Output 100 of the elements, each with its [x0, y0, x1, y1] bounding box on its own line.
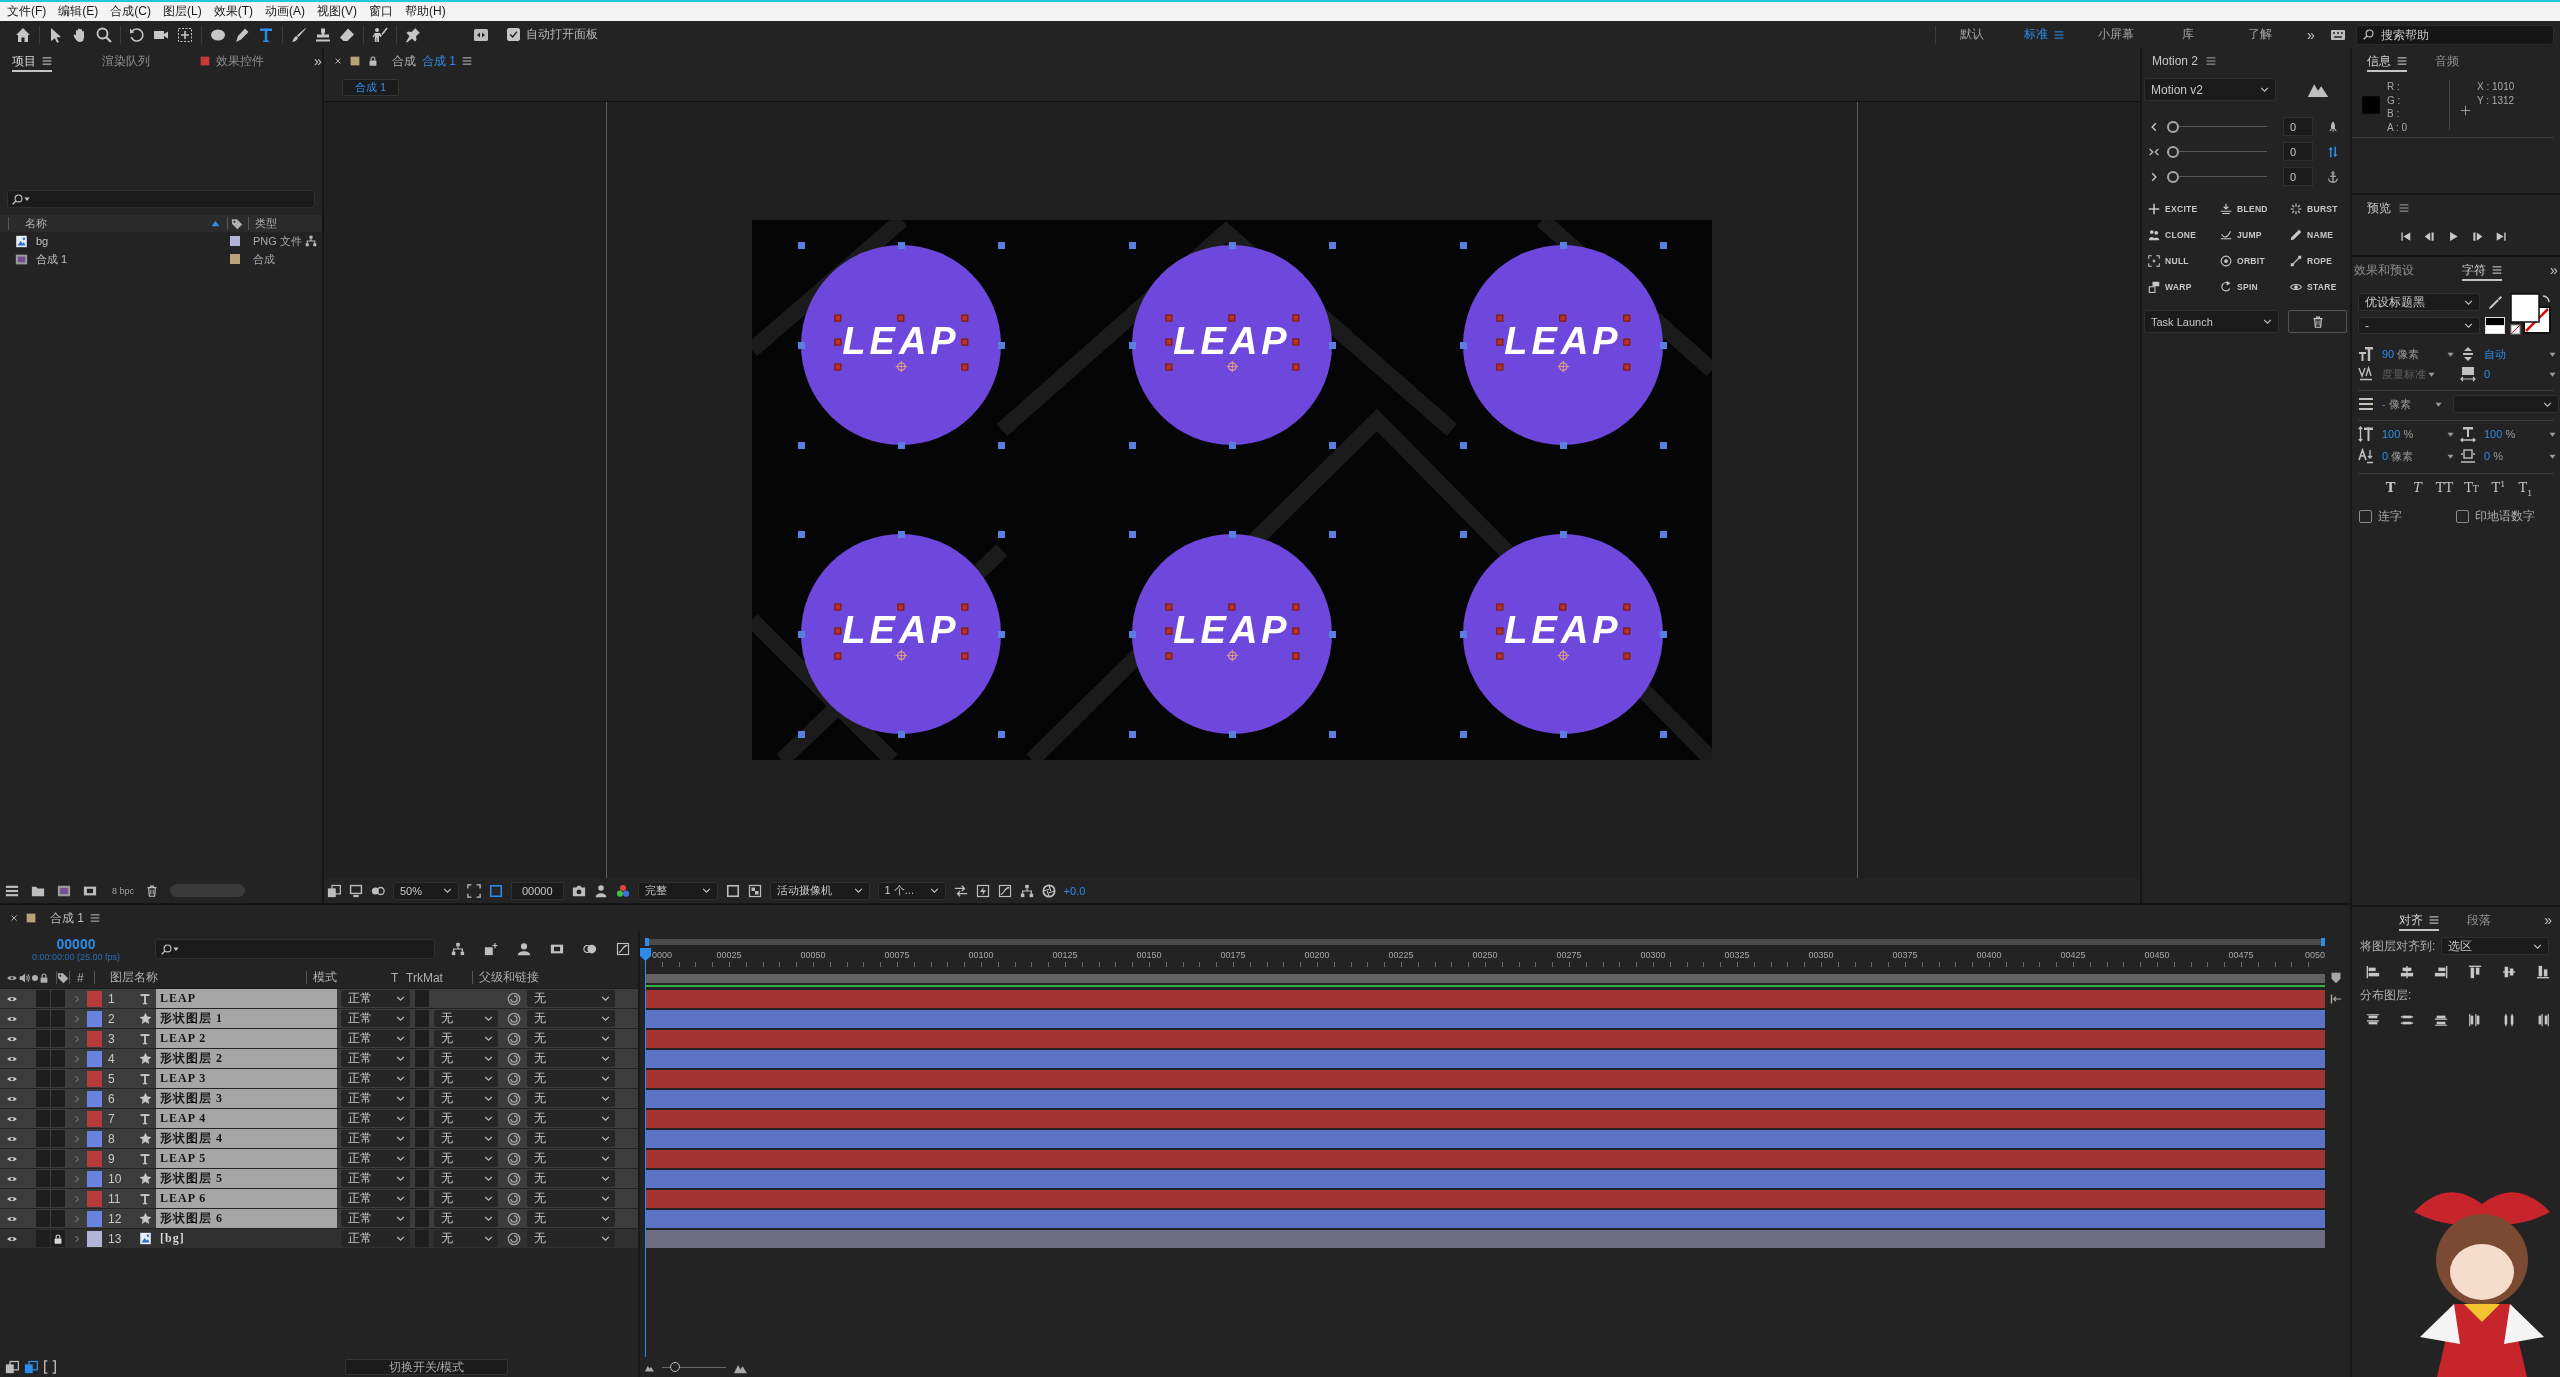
panel-tab[interactable]: 项目: [12, 50, 52, 72]
parent-dropdown[interactable]: 无: [527, 1190, 615, 1207]
track-matte-dropdown[interactable]: 无: [434, 1210, 498, 1227]
mode-dropdown[interactable]: 正常: [341, 1070, 410, 1087]
home-icon[interactable]: [15, 26, 31, 43]
distribute-left-icon[interactable]: [2468, 1013, 2482, 1027]
selection-handle[interactable]: [997, 530, 1005, 538]
selection-handle[interactable]: [1228, 603, 1236, 611]
shield-marker-icon[interactable]: [2330, 972, 2342, 984]
selection-handle[interactable]: [1328, 441, 1336, 449]
preserve-transparency-switch[interactable]: [415, 1030, 429, 1047]
layer-name[interactable]: LEAP 5: [156, 1149, 337, 1168]
solo-switch[interactable]: [36, 1190, 50, 1207]
eraser-icon[interactable]: [339, 26, 355, 43]
mode-dropdown[interactable]: 正常: [341, 1130, 410, 1147]
value-field[interactable]: 0: [2283, 142, 2313, 161]
checkerboard-icon[interactable]: [747, 883, 762, 898]
selection-handle[interactable]: [1128, 630, 1136, 638]
selection-handle[interactable]: [897, 441, 905, 449]
solo-switch[interactable]: [36, 1130, 50, 1147]
lock-switch[interactable]: [51, 990, 65, 1007]
horizontal-scale-value[interactable]: 100 %: [2484, 428, 2516, 440]
search-field[interactable]: 搜索帮助: [2356, 24, 2554, 45]
preserve-transparency-switch[interactable]: [415, 1170, 429, 1187]
breadcrumb-tab[interactable]: 合成 1: [342, 79, 400, 96]
pickwhip-spiral-icon[interactable]: [507, 1231, 521, 1246]
selection-handle[interactable]: [797, 441, 805, 449]
selection-handle[interactable]: [1559, 441, 1567, 449]
stacked-squares-icon[interactable]: [24, 1360, 38, 1374]
view-layout-dropdown[interactable]: 1 个...: [877, 881, 946, 900]
label-color-swatch[interactable]: [87, 990, 102, 1007]
selection-handle[interactable]: [1128, 341, 1136, 349]
parent-dropdown[interactable]: 无: [527, 1210, 615, 1227]
selection-handle[interactable]: [1459, 730, 1467, 738]
checkbox-label[interactable]: 连字: [2378, 507, 2402, 525]
selection-handle[interactable]: [1128, 530, 1136, 538]
lock-switch[interactable]: [51, 1050, 65, 1067]
selection-handle[interactable]: [1659, 730, 1667, 738]
checkbox[interactable]: [2359, 509, 2372, 523]
lightning-icon[interactable]: [975, 883, 990, 898]
selection-handle[interactable]: [1292, 627, 1300, 635]
list-icon[interactable]: [5, 883, 19, 898]
panel-toggle-icon[interactable]: [473, 26, 489, 43]
anchor-point-icon[interactable]: [1226, 649, 1238, 662]
solo-switch[interactable]: [36, 1050, 50, 1067]
panel-tab[interactable]: 渲染队列: [102, 50, 150, 72]
label-color-swatch[interactable]: [87, 1050, 102, 1067]
pickwhip-spiral-icon[interactable]: [507, 991, 521, 1006]
frame-corners-icon[interactable]: [467, 883, 481, 898]
motion-tool-button[interactable]: NAME: [2290, 222, 2350, 248]
panel-tab[interactable]: 字符: [2462, 259, 2502, 281]
selection-handle[interactable]: [1459, 530, 1467, 538]
checkbox-label[interactable]: 印地语数字: [2475, 507, 2535, 525]
label-color-swatch[interactable]: [87, 1170, 102, 1187]
text-style-button[interactable]: TT: [2461, 479, 2482, 497]
brackets-icon[interactable]: [43, 1360, 57, 1374]
distribute-hcenter-icon[interactable]: [2502, 1013, 2516, 1027]
align-left-icon[interactable]: [2366, 965, 2380, 979]
camera-view-dropdown[interactable]: 活动摄像机: [769, 881, 870, 900]
distribute-bottom-icon[interactable]: [2434, 1013, 2448, 1027]
mode-dropdown[interactable]: 正常: [341, 1110, 410, 1127]
layer-name[interactable]: 形状图层 3: [156, 1089, 337, 1108]
solo-switch[interactable]: [36, 1170, 50, 1187]
selection-handle[interactable]: [833, 338, 841, 346]
parent-dropdown[interactable]: 无: [527, 1030, 615, 1047]
pickwhip-spiral-icon[interactable]: [507, 1171, 521, 1186]
preserve-transparency-switch[interactable]: [415, 1070, 429, 1087]
text-style-button[interactable]: T: [2380, 479, 2401, 497]
selection-handle[interactable]: [997, 241, 1005, 249]
flowchart-icon[interactable]: [451, 942, 465, 956]
type-tool-icon[interactable]: [258, 26, 274, 43]
motion-blur-icon[interactable]: [583, 942, 597, 956]
selection-handle[interactable]: [897, 241, 905, 249]
menu-item[interactable]: 编辑(E): [52, 2, 105, 21]
menu-item[interactable]: 视图(V): [311, 2, 363, 21]
font-family-dropdown[interactable]: 优设标题黑: [2358, 293, 2480, 311]
project-item-name[interactable]: 合成 1: [36, 251, 226, 267]
selection-handle[interactable]: [797, 341, 805, 349]
selection-handle[interactable]: [1659, 241, 1667, 249]
menu-item[interactable]: 效果(T): [207, 2, 259, 21]
selection-handle[interactable]: [961, 314, 969, 322]
mode-dropdown[interactable]: 正常: [341, 1170, 410, 1187]
leading-value[interactable]: 自动: [2484, 346, 2506, 362]
selection-handle[interactable]: [1292, 603, 1300, 611]
caret-down-icon[interactable]: [2435, 400, 2442, 408]
selection-handle[interactable]: [1328, 530, 1336, 538]
solo-switch[interactable]: [36, 1110, 50, 1127]
overflow-button[interactable]: »: [2296, 21, 2326, 48]
solo-switch[interactable]: [36, 1210, 50, 1227]
track-matte-dropdown[interactable]: 无: [434, 1130, 498, 1147]
slider-thumb[interactable]: [2167, 170, 2179, 183]
label-color-swatch[interactable]: [87, 1210, 102, 1227]
panel-tab[interactable]: 音频: [2435, 50, 2459, 72]
menu-icon[interactable]: [2054, 29, 2064, 40]
parent-dropdown[interactable]: 无: [527, 1150, 615, 1167]
text-style-button[interactable]: T$^{1}$: [2488, 479, 2509, 497]
workspace-tab[interactable]: 标准: [2008, 21, 2080, 48]
parent-dropdown[interactable]: 无: [527, 1170, 615, 1187]
selection-handle[interactable]: [1328, 730, 1336, 738]
selection-handle[interactable]: [797, 630, 805, 638]
